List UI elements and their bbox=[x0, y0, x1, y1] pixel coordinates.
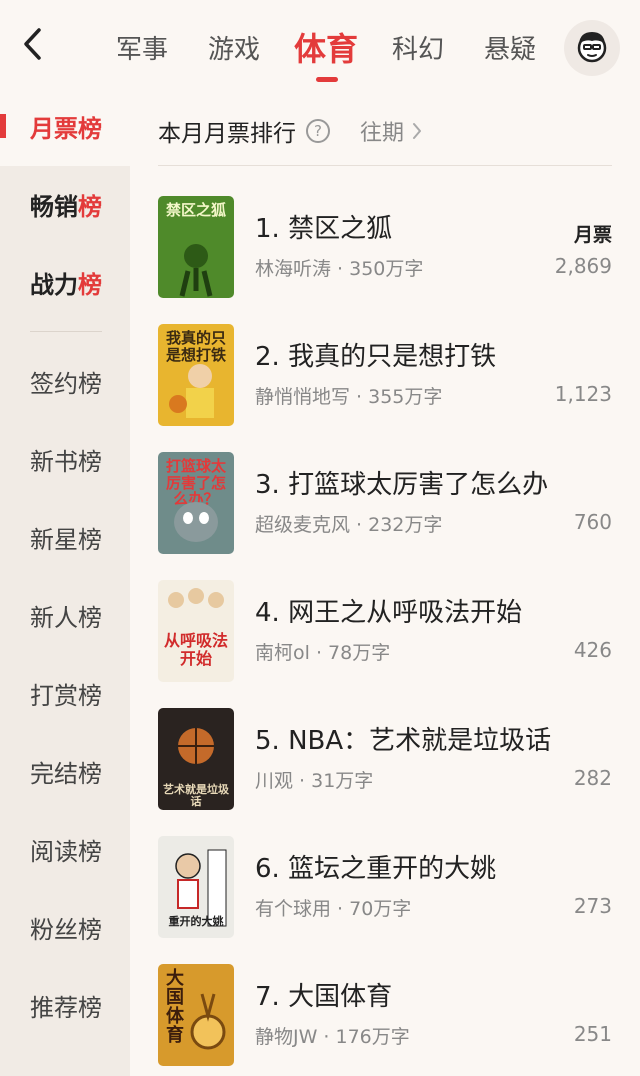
book-title: 1. 禁区之狐 bbox=[255, 214, 393, 244]
sidebar-item-tips[interactable]: 打赏榜 bbox=[0, 663, 130, 723]
list-item[interactable]: 打篮球太厉害了怎么办？ 3. 打篮球太厉害了怎么办 超级麦克风 · 232万字 … bbox=[158, 452, 612, 554]
chevron-right-icon[interactable] bbox=[412, 122, 422, 140]
ranking-sidebar: 月票榜 畅销榜 战力榜 签约榜 新书榜 新星榜 新人榜 打赏榜 完结榜 阅读榜 … bbox=[0, 96, 130, 1076]
sidebar-item-power[interactable]: 战力榜 bbox=[0, 252, 130, 312]
sidebar-item-label: 完结榜 bbox=[30, 759, 102, 788]
book-meta: 有个球用 · 70万字 bbox=[255, 898, 412, 920]
help-icon[interactable]: ? bbox=[306, 118, 330, 143]
vote-count: 1,123 bbox=[554, 382, 612, 406]
tab-sports[interactable]: 体育 bbox=[280, 20, 372, 82]
vote-count: 251 bbox=[573, 1022, 612, 1046]
list-item[interactable]: 艺术就是垃圾话 5. NBA：艺术就是垃圾话 川观 · 31万字 282 bbox=[158, 708, 612, 810]
sidebar-item-completed[interactable]: 完结榜 bbox=[0, 741, 130, 801]
sidebar-item-label: 畅销 bbox=[30, 192, 78, 221]
sidebar-item-label: 粉丝榜 bbox=[30, 915, 102, 944]
book-meta: 超级麦克风 · 232万字 bbox=[255, 514, 443, 536]
book-cover: 大国体育 bbox=[158, 964, 234, 1066]
active-indicator bbox=[0, 114, 6, 138]
book-title: 3. 打篮球太厉害了怎么办 bbox=[255, 470, 549, 500]
category-tabs: 军事 游戏 体育 科幻 悬疑 bbox=[96, 20, 556, 82]
avatar[interactable] bbox=[564, 20, 620, 76]
sidebar-item-label: 新人榜 bbox=[30, 603, 102, 632]
ranking-header: 本月月票排行 ? 往期 bbox=[158, 96, 612, 166]
vote-count: 273 bbox=[573, 894, 612, 918]
sidebar-item-label: 签约榜 bbox=[30, 369, 102, 398]
book-title: 7. 大国体育 bbox=[255, 982, 393, 1012]
chevron-left-icon bbox=[21, 27, 43, 65]
cover-title: 从呼吸法开始 bbox=[163, 631, 228, 668]
sidebar-item-label: 月票榜 bbox=[30, 114, 102, 143]
vote-count: 426 bbox=[573, 638, 612, 662]
sidebar-item-label: 阅读榜 bbox=[30, 837, 102, 866]
book-meta: 川观 · 31万字 bbox=[255, 770, 374, 792]
list-item[interactable]: 禁区之狐 1. 禁区之狐 林海听涛 · 350万字 月票 2,869 bbox=[158, 196, 612, 298]
vote-label: 月票 bbox=[573, 224, 612, 246]
tab-games[interactable]: 游戏 bbox=[188, 20, 280, 74]
past-periods-link[interactable]: 往期 bbox=[360, 115, 404, 147]
list-item[interactable]: 我真的只是想打铁 2. 我真的只是想打铁 静悄悄地写 · 355万字 1,123 bbox=[158, 324, 612, 426]
sidebar-item-label: 新星榜 bbox=[30, 525, 102, 554]
sidebar-item-signed[interactable]: 签约榜 bbox=[0, 351, 130, 411]
sidebar-item-label: 新书榜 bbox=[30, 447, 102, 476]
book-cover: 从呼吸法开始 bbox=[158, 580, 234, 682]
vote-count: 282 bbox=[573, 766, 612, 790]
sidebar-item-fans[interactable]: 粉丝榜 bbox=[0, 897, 130, 957]
book-title: 4. 网王之从呼吸法开始 bbox=[255, 598, 523, 628]
sidebar-item-label: 战力 bbox=[30, 270, 78, 299]
cover-title: 艺术就是垃圾话 bbox=[163, 783, 229, 809]
book-cover: 禁区之狐 bbox=[158, 196, 234, 298]
sidebar-item-bestseller[interactable]: 畅销榜 bbox=[0, 174, 130, 234]
sidebar-item-new-books[interactable]: 新书榜 bbox=[0, 429, 130, 489]
book-title: 2. 我真的只是想打铁 bbox=[255, 342, 497, 372]
book-cover: 艺术就是垃圾话 bbox=[158, 708, 234, 810]
sidebar-item-new-stars[interactable]: 新星榜 bbox=[0, 507, 130, 567]
vote-count: 760 bbox=[573, 510, 612, 534]
sidebar-item-label: 打赏榜 bbox=[30, 681, 102, 710]
book-title: 6. 篮坛之重开的大姚 bbox=[255, 854, 497, 884]
list-item[interactable]: 大国体育 7. 大国体育 静物JW · 176万字 251 bbox=[158, 964, 612, 1066]
sidebar-item-newcomers[interactable]: 新人榜 bbox=[0, 585, 130, 645]
ranking-title: 本月月票排行 bbox=[158, 120, 296, 147]
sidebar-item-recommended[interactable]: 推荐榜 bbox=[0, 975, 130, 1035]
book-meta: 静物JW · 176万字 bbox=[255, 1026, 410, 1048]
book-cover: 打篮球太厉害了怎么办？ bbox=[158, 452, 234, 554]
tab-scifi[interactable]: 科幻 bbox=[372, 20, 464, 74]
book-cover: 重开的大姚 bbox=[158, 836, 234, 938]
list-item[interactable]: 重开的大姚 6. 篮坛之重开的大姚 有个球用 · 70万字 273 bbox=[158, 836, 612, 938]
tab-military[interactable]: 军事 bbox=[96, 20, 188, 74]
list-item[interactable]: 从呼吸法开始 4. 网王之从呼吸法开始 南柯ol · 78万字 426 bbox=[158, 580, 612, 682]
sidebar-item-label-suffix: 榜 bbox=[78, 270, 102, 299]
book-meta: 静悄悄地写 · 355万字 bbox=[255, 386, 443, 408]
tab-suspense[interactable]: 悬疑 bbox=[464, 20, 556, 74]
book-meta: 南柯ol · 78万字 bbox=[255, 642, 391, 664]
book-cover: 我真的只是想打铁 bbox=[158, 324, 234, 426]
book-title: 5. NBA：艺术就是垃圾话 bbox=[255, 726, 552, 756]
sidebar-item-monthly-ticket[interactable]: 月票榜 bbox=[0, 96, 130, 156]
sidebar-item-label-suffix: 榜 bbox=[78, 192, 102, 221]
back-button[interactable] bbox=[14, 26, 50, 66]
vote-count: 2,869 bbox=[554, 254, 612, 278]
cover-title: 重开的大姚 bbox=[168, 915, 224, 928]
sidebar-item-label: 推荐榜 bbox=[30, 993, 102, 1022]
sidebar-divider bbox=[30, 331, 102, 332]
user-avatar-icon bbox=[572, 26, 612, 70]
top-bar: 军事 游戏 体育 科幻 悬疑 bbox=[0, 0, 640, 96]
book-meta: 林海听涛 · 350万字 bbox=[255, 258, 424, 280]
sidebar-item-reading[interactable]: 阅读榜 bbox=[0, 819, 130, 879]
